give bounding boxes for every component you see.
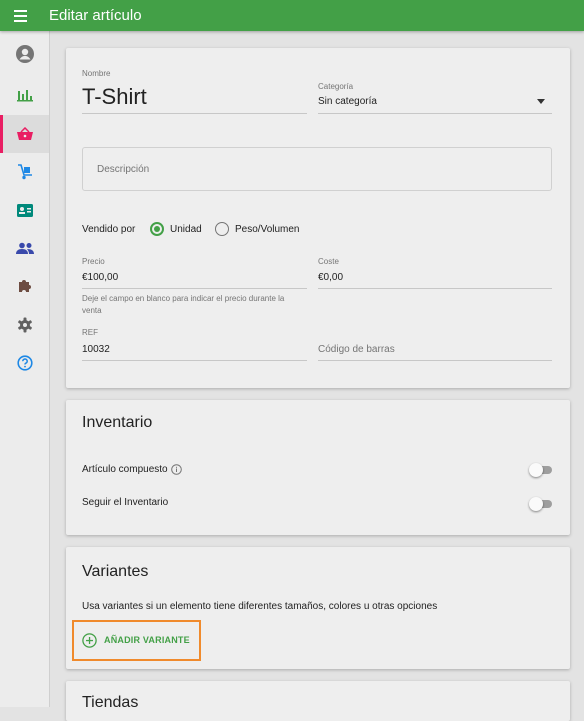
track-stock-toggle[interactable] — [529, 497, 553, 511]
settings-icon[interactable] — [0, 306, 49, 344]
add-variant-label: AÑADIR VARIANTE — [104, 635, 190, 645]
barcode-underline — [318, 360, 552, 361]
category-underline — [318, 113, 552, 114]
inventory-title: Inventario — [82, 414, 153, 431]
stores-title: Tiendas — [82, 694, 139, 711]
account-icon[interactable] — [0, 35, 49, 73]
variants-title: Variantes — [82, 563, 149, 580]
sold-by-weight-radio[interactable] — [215, 222, 229, 236]
ref-input[interactable]: 10032 — [82, 344, 110, 355]
items-basket-icon[interactable] — [0, 115, 49, 153]
inventory-dolly-icon[interactable] — [0, 153, 49, 191]
stores-card — [66, 681, 570, 721]
ref-underline — [82, 360, 307, 361]
reports-icon[interactable] — [0, 76, 49, 114]
integrations-puzzle-icon[interactable] — [0, 267, 49, 305]
track-stock-label: Seguir el Inventario — [82, 497, 169, 508]
name-label: Nombre — [82, 69, 111, 78]
chevron-down-icon[interactable] — [537, 99, 545, 104]
sold-by-unit-label[interactable]: Unidad — [170, 224, 202, 235]
price-hint-line2: venta — [82, 306, 102, 315]
info-icon[interactable] — [171, 464, 182, 475]
cost-underline — [318, 288, 552, 289]
price-hint-line1: Deje el campo en blanco para indicar el … — [82, 294, 285, 303]
variants-description: Usa variantes si un elemento tiene difer… — [82, 601, 438, 612]
add-variant-button[interactable]: AÑADIR VARIANTE — [82, 631, 190, 649]
price-underline — [82, 288, 307, 289]
help-icon[interactable] — [0, 344, 49, 382]
employees-card-icon[interactable] — [0, 191, 49, 229]
category-select[interactable]: Sin categoría — [318, 96, 377, 107]
description-field[interactable]: Descripción — [82, 147, 552, 191]
composite-toggle[interactable] — [529, 463, 553, 477]
customers-icon[interactable] — [0, 229, 49, 267]
sold-by-weight-label[interactable]: Peso/Volumen — [235, 224, 300, 235]
price-label: Precio — [82, 257, 105, 266]
sold-by-unit-radio[interactable] — [150, 222, 164, 236]
sold-by-label: Vendido por — [82, 224, 136, 235]
barcode-input[interactable]: Código de barras — [318, 344, 395, 355]
add-circle-icon — [82, 632, 97, 648]
menu-icon[interactable] — [14, 0, 36, 31]
app-bar: Editar artículo — [0, 0, 584, 31]
page-title: Editar artículo — [49, 7, 142, 24]
cost-label: Coste — [318, 257, 339, 266]
cost-input[interactable]: €0,00 — [318, 272, 343, 283]
name-input[interactable]: T-Shirt — [82, 84, 147, 110]
name-underline — [82, 113, 307, 114]
description-placeholder: Descripción — [97, 164, 150, 175]
composite-label: Artículo compuesto — [82, 464, 168, 475]
price-input[interactable]: €100,00 — [82, 272, 118, 283]
category-label: Categoría — [318, 82, 354, 91]
ref-label: REF — [82, 328, 98, 337]
sidebar — [0, 31, 50, 707]
